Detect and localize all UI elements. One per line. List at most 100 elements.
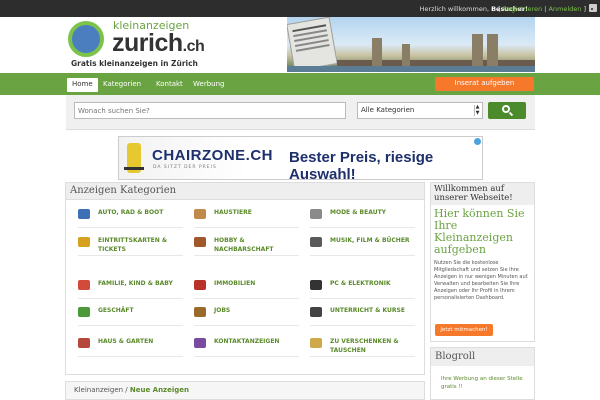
category-label[interactable]: MUSIK, FILM & BÜCHER [330, 236, 410, 245]
category-item[interactable]: HOBBY & NACHBARSCHAFT [194, 234, 304, 256]
nav-kategorien[interactable]: Kategorien [98, 78, 146, 92]
nav-kontakt[interactable]: Kontakt [151, 78, 188, 92]
category-label[interactable]: GESCHÄFT [98, 306, 134, 315]
category-item[interactable]: AUTO, RAD & BOOT [78, 206, 188, 228]
category-item[interactable]: MODE & BEAUTY [310, 206, 420, 228]
welcome-title: Willkommen auf unserer Webseite! [431, 183, 534, 205]
category-divider [194, 325, 299, 326]
blogroll-box: Blogroll Ihre Werbung an dieser Stelle g… [430, 347, 535, 400]
category-item[interactable]: HAUS & GARTEN [78, 335, 188, 357]
categories-title: Anzeigen Kategorien [66, 183, 424, 200]
category-item[interactable]: MUSIK, FILM & BÜCHER [310, 234, 420, 256]
category-item[interactable]: FAMILIE, KIND & BABY [78, 277, 188, 299]
lake-water [287, 66, 535, 72]
briefcase-icon [194, 307, 206, 317]
welcome-headline: Hier können Sie Ihre Kleinanzeigen aufge… [434, 207, 525, 256]
category-label[interactable]: HOBBY & NACHBARSCHAFT [214, 236, 304, 254]
ad-info-icon[interactable] [474, 138, 481, 145]
site-logo[interactable]: kleinanzeigen zurich.ch Gratis kleinanze… [66, 17, 286, 72]
category-divider [78, 227, 183, 228]
arrow-down-icon: ▼ [475, 109, 480, 116]
contact-icon [194, 338, 206, 348]
category-divider [194, 255, 299, 256]
nav-home[interactable]: Home [67, 78, 98, 92]
category-item[interactable]: UNTERRICHT & KURSE [310, 304, 420, 326]
auth-links: [ Registrieren | Anmelden ] [498, 5, 586, 13]
search-icon [502, 105, 510, 113]
pet-icon [194, 209, 206, 219]
join-button[interactable]: Jetzt mitmachen! [435, 324, 493, 336]
main-nav: Home Kategorien Kontakt Werbung Inserat … [0, 73, 600, 95]
breadcrumb-separator: / [123, 386, 130, 394]
category-item[interactable]: GESCHÄFT [78, 304, 188, 326]
logo-globe-icon [68, 21, 104, 57]
house-icon [194, 280, 206, 290]
category-divider [78, 255, 183, 256]
car-icon [78, 209, 90, 219]
insert-ad-button[interactable]: Inserat aufgeben [435, 77, 534, 91]
register-link[interactable]: Registrieren [503, 5, 542, 13]
category-label[interactable]: PC & ELEKTRONIK [330, 279, 391, 288]
category-item[interactable]: EINTRITTSKARTEN & TICKETS [78, 234, 188, 256]
category-divider [310, 325, 415, 326]
search-bar: Alle Kategorien ▲▼ [66, 95, 535, 130]
categories-panel: Anzeigen Kategorien AUTO, RAD & BOOT HAUS… [65, 182, 425, 375]
category-divider [194, 227, 299, 228]
category-label[interactable]: EINTRITTSKARTEN & TICKETS [98, 236, 188, 254]
category-label[interactable]: HAUSTIERE [214, 208, 252, 217]
bracket-close: ] [581, 5, 586, 13]
education-icon [310, 307, 322, 317]
welcome-label: Herzlich willkommen, [419, 5, 492, 13]
nav-werbung[interactable]: Werbung [188, 78, 229, 92]
category-divider [310, 356, 415, 357]
select-arrows-icon: ▲ ▼ [474, 104, 480, 116]
category-item[interactable]: IMMOBILIEN [194, 277, 304, 299]
category-divider [78, 356, 183, 357]
search-input[interactable] [74, 102, 346, 119]
category-divider [78, 298, 183, 299]
category-divider [78, 325, 183, 326]
chair-icon [124, 143, 144, 173]
category-label[interactable]: JOBS [214, 306, 230, 315]
ad-claim: Bester Preis, riesige Auswahl! [289, 149, 434, 183]
category-label[interactable]: HAUS & GARTEN [98, 337, 153, 346]
ad-brand-sub: DA SITZT DER PREIS [153, 165, 217, 170]
category-item[interactable]: KONTAKTANZEIGEN [194, 335, 304, 357]
category-label[interactable]: KONTAKTANZEIGEN [214, 337, 279, 346]
category-label[interactable]: IMMOBILIEN [214, 279, 255, 288]
rss-icon[interactable] [589, 4, 597, 12]
ad-banner[interactable]: CHAIRZONE.CH DA SITZT DER PREIS Bester P… [118, 136, 483, 183]
category-label[interactable]: AUTO, RAD & BOOT [98, 208, 163, 217]
category-item[interactable]: JOBS [194, 304, 304, 326]
blogroll-title: Blogroll [431, 348, 534, 366]
category-label[interactable]: ZU VERSCHENKEN & TAUSCHEN [330, 337, 420, 355]
blogroll-link[interactable]: Ihre Werbung an dieser Stelle gratis !! [441, 375, 534, 391]
welcome-box: Willkommen auf unserer Webseite! Hier kö… [430, 182, 535, 342]
category-select-value: Alle Kategorien [361, 106, 415, 114]
music-icon [310, 237, 322, 247]
category-divider [310, 298, 415, 299]
category-divider [194, 298, 299, 299]
welcome-text: Nutzen Sie die kostenlose Mitgliedschaft… [434, 260, 529, 301]
category-item[interactable]: ZU VERSCHENKEN & TAUSCHEN [310, 335, 420, 357]
newspaper-image [287, 17, 338, 72]
login-link[interactable]: Anmelden [548, 5, 581, 13]
logo-tld: .ch [182, 38, 205, 55]
breadcrumb-home[interactable]: Kleinanzeigen [74, 386, 123, 394]
gift-icon [310, 338, 322, 348]
category-label[interactable]: MODE & BEAUTY [330, 208, 386, 217]
category-label[interactable]: UNTERRICHT & KURSE [330, 306, 405, 315]
search-button[interactable] [488, 102, 526, 119]
breadcrumb-current: Neue Anzeigen [129, 386, 190, 394]
breadcrumb: Kleinanzeigen / Neue Anzeigen [65, 381, 425, 400]
category-divider [194, 356, 299, 357]
category-item[interactable]: HAUSTIERE [194, 206, 304, 228]
cash-icon [78, 307, 90, 317]
fashion-icon [310, 209, 322, 219]
furniture-icon [78, 338, 90, 348]
category-select[interactable]: Alle Kategorien ▲ ▼ [357, 102, 483, 119]
category-item[interactable]: PC & ELEKTRONIK [310, 277, 420, 299]
category-divider [310, 227, 415, 228]
logo-subtitle: Gratis kleinanzeigen in Zürich [71, 59, 198, 68]
category-label[interactable]: FAMILIE, KIND & BABY [98, 279, 173, 288]
